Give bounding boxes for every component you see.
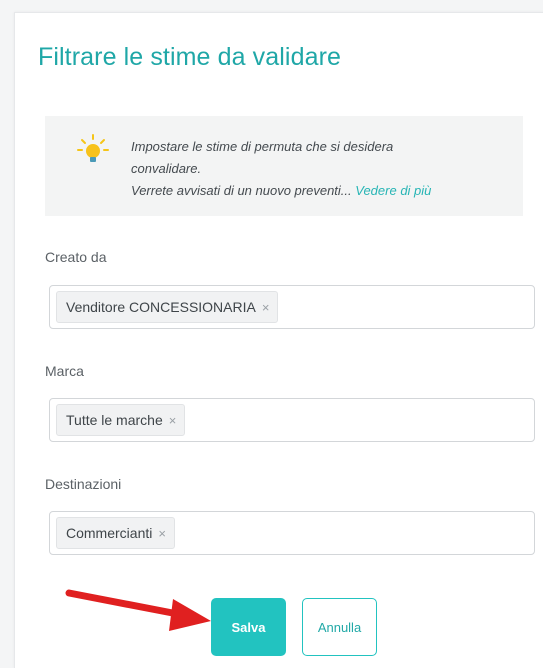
filter-dialog: Filtrare le stime da validare Impostare … bbox=[14, 12, 543, 668]
created-by-field[interactable]: Venditore CONCESSIONARIA × bbox=[49, 285, 535, 329]
brand-tag: Tutte le marche × bbox=[56, 404, 186, 436]
destinations-tag: Commercianti × bbox=[56, 517, 175, 549]
brand-tag-label: Tutte le marche bbox=[66, 412, 163, 428]
info-text: Impostare le stime di permuta che si des… bbox=[131, 136, 511, 202]
info-line-2: convalidare. bbox=[131, 161, 202, 176]
brand-field[interactable]: Tutte le marche × bbox=[49, 398, 535, 442]
info-box: Impostare le stime di permuta che si des… bbox=[45, 116, 523, 216]
remove-tag-icon[interactable]: × bbox=[169, 413, 177, 428]
destinations-label: Destinazioni bbox=[45, 476, 122, 492]
dialog-title: Filtrare le stime da validare bbox=[38, 43, 342, 71]
cancel-button[interactable]: Annulla bbox=[302, 598, 377, 656]
destinations-tag-label: Commercianti bbox=[66, 525, 153, 541]
info-line-3: Verrete avvisati di un nuovo preventi...… bbox=[131, 180, 511, 202]
created-by-label: Creato da bbox=[45, 249, 107, 265]
remove-tag-icon[interactable]: × bbox=[158, 526, 166, 541]
see-more-link[interactable]: Vedere di più bbox=[355, 183, 431, 198]
save-button[interactable]: Salva bbox=[211, 598, 286, 656]
lightbulb-icon bbox=[77, 134, 109, 162]
created-by-tag-label: Venditore CONCESSIONARIA bbox=[66, 299, 256, 315]
brand-label: Marca bbox=[45, 363, 84, 379]
info-line-3-text: Verrete avvisati di un nuovo preventi... bbox=[131, 183, 352, 198]
destinations-field[interactable]: Commercianti × bbox=[49, 511, 535, 555]
annotation-arrow-icon bbox=[65, 589, 211, 631]
created-by-tag: Venditore CONCESSIONARIA × bbox=[56, 291, 279, 323]
remove-tag-icon[interactable]: × bbox=[262, 300, 270, 315]
info-line-1: Impostare le stime di permuta che si des… bbox=[131, 139, 394, 154]
